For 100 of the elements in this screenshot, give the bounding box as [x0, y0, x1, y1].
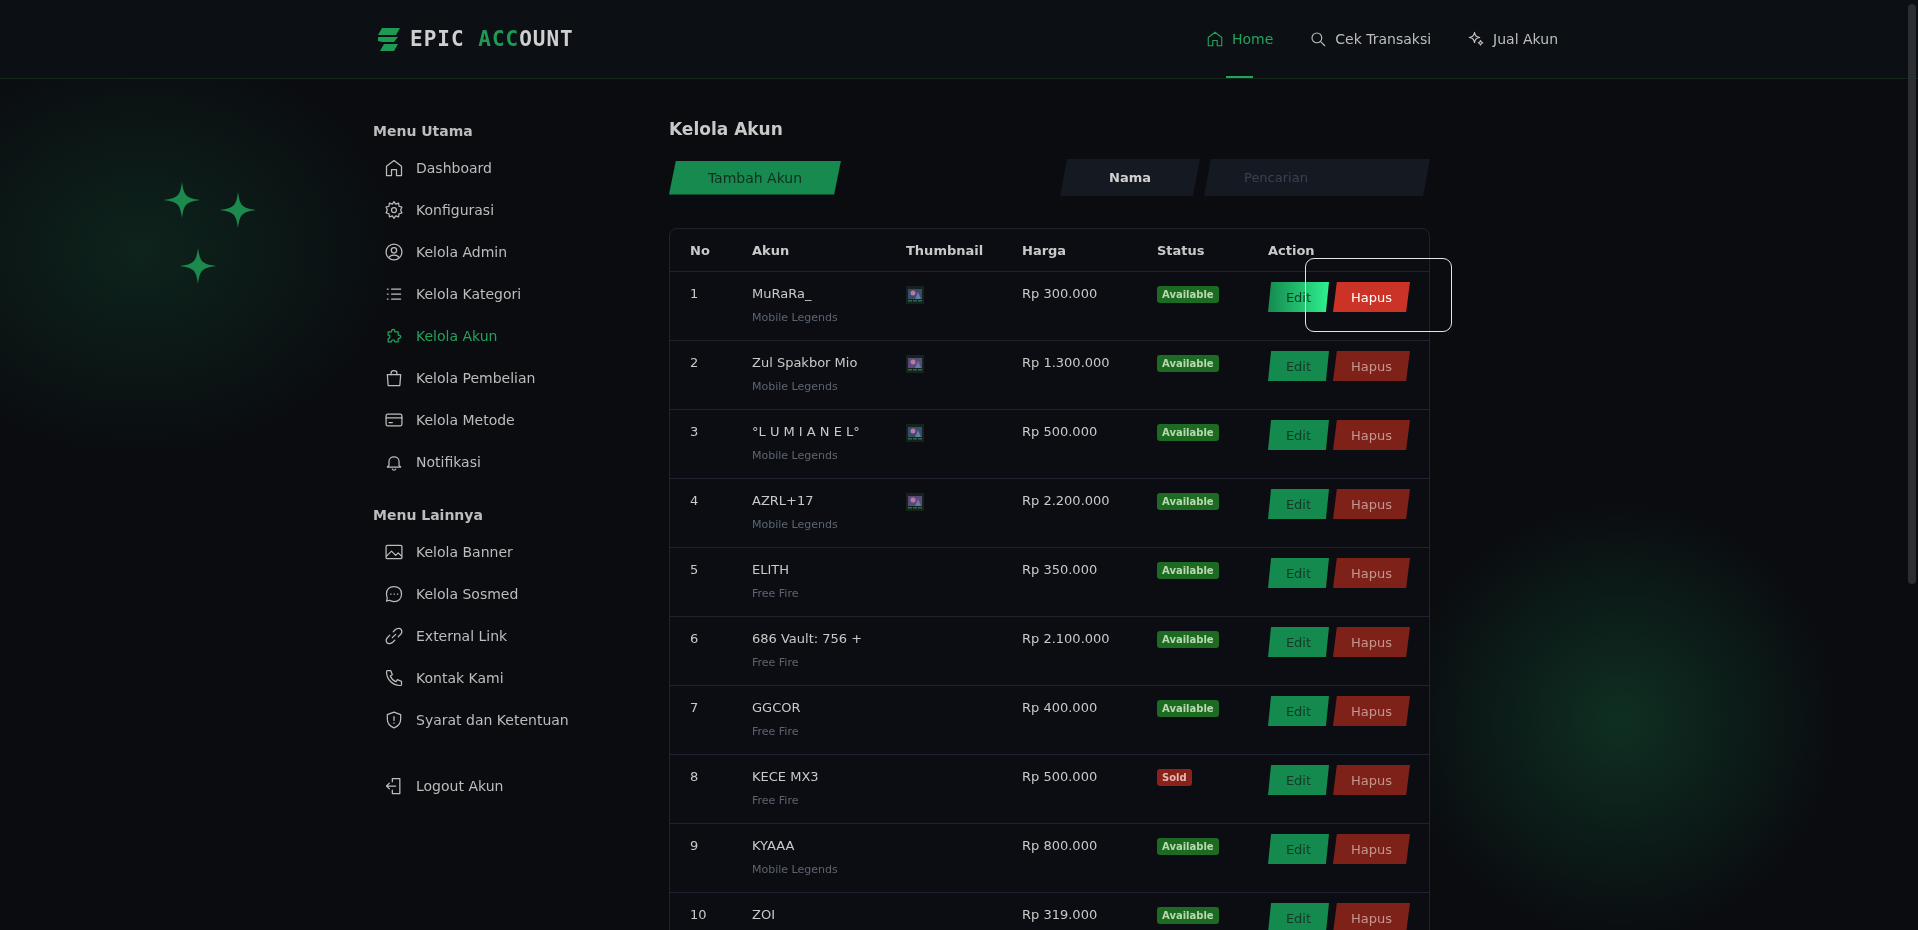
game-name: Mobile Legends — [752, 311, 838, 324]
account-name: MuRaRa_ — [752, 286, 812, 301]
price: Rp 500.000 — [1022, 769, 1098, 784]
edit-button[interactable]: Edit — [1268, 489, 1329, 519]
sidebar-item[interactable]: Notifikasi — [373, 441, 481, 483]
game-name: Free Fire — [752, 656, 799, 669]
sidebar-item[interactable]: Kelola Pembelian — [373, 357, 536, 399]
account-name: KECE MX3 — [752, 769, 819, 784]
account-name: 686 Vault: 756 + — [752, 631, 863, 646]
delete-button[interactable]: Hapus — [1333, 351, 1410, 381]
edit-button[interactable]: Edit — [1268, 834, 1329, 864]
game-name: Mobile Legends — [752, 449, 838, 462]
section-title: Menu Lainnya — [373, 507, 484, 523]
account-name: °L U M I A N E L° — [752, 424, 860, 439]
column-header: Status — [1157, 242, 1206, 258]
table-cell: 5 — [690, 562, 699, 577]
brand-logo[interactable]: EPIC ACCOUNT — [410, 27, 574, 51]
delete-button[interactable]: Hapus — [1333, 627, 1410, 657]
table-cell: 1 — [690, 286, 699, 301]
nav-link[interactable]: Home — [1205, 0, 1274, 78]
status-label: Available — [1157, 700, 1219, 717]
column-header: No — [690, 242, 711, 258]
nav-link[interactable]: Jual Akun — [1467, 0, 1558, 78]
table-cell: 10 — [690, 907, 707, 922]
price: Rp 1.300.000 — [1022, 355, 1110, 370]
logout-link[interactable]: Logout Akun — [373, 765, 504, 807]
delete-button[interactable]: Hapus — [1333, 696, 1410, 726]
edit-button[interactable]: Edit — [1268, 903, 1329, 930]
price: Rp 400.000 — [1022, 700, 1098, 715]
sidebar-item[interactable]: Kelola Admin — [373, 231, 508, 273]
shield-icon — [384, 710, 404, 730]
status-label: Available — [1157, 286, 1219, 303]
account-name: KYAAA — [752, 838, 795, 853]
delete-button[interactable]: Hapus — [1333, 903, 1410, 930]
column-header: Harga — [1022, 242, 1068, 258]
user-icon — [384, 242, 404, 262]
price: Rp 350.000 — [1022, 562, 1098, 577]
price: Rp 2.200.000 — [1022, 493, 1110, 508]
account-name: AZRL+17 — [752, 493, 814, 508]
status-label: Available — [1157, 493, 1219, 510]
price: Rp 300.000 — [1022, 286, 1098, 301]
table-cell: 6 — [690, 631, 699, 646]
column-header: Action — [1268, 242, 1316, 258]
game-name: Mobile Legends — [752, 863, 838, 876]
sidebar-item[interactable]: Kontak Kami — [373, 657, 504, 699]
table-cell: 3 — [690, 424, 699, 439]
status-label: Available — [1157, 562, 1219, 579]
delete-button[interactable]: Hapus — [1333, 420, 1410, 450]
sparkle-icon — [1467, 30, 1486, 48]
delete-button[interactable]: Hapus — [1333, 558, 1410, 588]
delete-button[interactable]: Hapus — [1333, 765, 1410, 795]
nav-link[interactable]: Cek Transaksi — [1309, 0, 1432, 78]
table-cell: 8 — [690, 769, 699, 784]
sidebar-item[interactable]: Kelola Sosmed — [373, 573, 519, 615]
status-label: Available — [1157, 424, 1219, 441]
price: Rp 500.000 — [1022, 424, 1098, 439]
account-name: ZOI — [752, 907, 775, 922]
status-label: Sold — [1157, 769, 1192, 786]
status-label: Available — [1157, 631, 1219, 648]
status-label: Available — [1157, 355, 1219, 372]
phone-icon — [384, 668, 404, 688]
page-title: Kelola Akun — [669, 119, 784, 139]
game-name: Free Fire — [752, 794, 799, 807]
delete-button[interactable]: Hapus — [1333, 834, 1410, 864]
bag-icon — [384, 368, 404, 388]
table-cell: 2 — [690, 355, 699, 370]
sidebar-item[interactable]: Kelola Metode — [373, 399, 515, 441]
home-icon — [1205, 30, 1224, 48]
filter-dropdown[interactable]: Nama — [1060, 159, 1200, 196]
sidebar-item[interactable]: Dashboard — [373, 147, 492, 189]
sidebar-item[interactable]: Kelola Kategori — [373, 273, 522, 315]
column-header: Akun — [752, 242, 791, 258]
settings-icon — [384, 200, 404, 220]
game-name: Mobile Legends — [752, 380, 838, 393]
column-header: Thumbnail — [906, 242, 985, 258]
home-icon — [384, 158, 404, 178]
link-icon — [384, 626, 404, 646]
sidebar-item[interactable]: Syarat dan Ketentuan — [373, 699, 569, 741]
search-icon — [1309, 30, 1328, 48]
edit-button[interactable]: Edit — [1268, 420, 1329, 450]
delete-button[interactable]: Hapus — [1333, 282, 1410, 312]
edit-button[interactable]: Edit — [1268, 696, 1329, 726]
edit-button[interactable]: Edit — [1268, 627, 1329, 657]
sidebar-item[interactable]: Kelola Banner — [373, 531, 513, 573]
delete-button[interactable]: Hapus — [1333, 489, 1410, 519]
sidebar-item[interactable]: Konfigurasi — [373, 189, 495, 231]
account-name: Zul Spakbor Mio — [752, 355, 858, 370]
table-cell: 9 — [690, 838, 699, 853]
scrollbar[interactable] — [1908, 4, 1916, 584]
add-account-button[interactable]: Tambah Akun — [669, 160, 841, 195]
status-label: Available — [1157, 907, 1219, 924]
edit-button[interactable]: Edit — [1268, 558, 1329, 588]
edit-button[interactable]: Edit — [1268, 351, 1329, 381]
price: Rp 800.000 — [1022, 838, 1098, 853]
section-title: Menu Utama — [373, 123, 474, 139]
edit-button[interactable]: Edit — [1268, 765, 1329, 795]
game-name: Free Fire — [752, 725, 799, 738]
sidebar-item[interactable]: External Link — [373, 615, 508, 657]
sidebar-item[interactable]: Kelola Akun — [373, 315, 498, 357]
game-name: Mobile Legends — [752, 518, 838, 531]
